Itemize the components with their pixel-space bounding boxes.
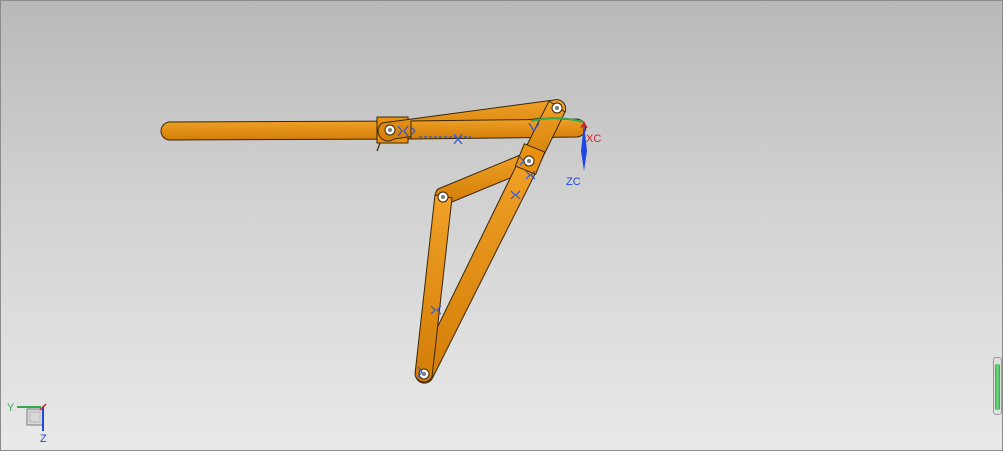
xc-axis-label: XC: [586, 133, 601, 145]
graphics-viewport[interactable]: XC ZC Y Z: [0, 0, 1003, 451]
triad-z-label: Z: [40, 433, 47, 445]
zoom-scrollbar[interactable]: [993, 357, 1002, 415]
triad-y-label: Y: [7, 402, 15, 414]
pin-joint-icon[interactable]: [384, 124, 396, 136]
boom-arm[interactable]: [160, 120, 414, 141]
pin-joint-icon[interactable]: [551, 102, 563, 114]
left-vertical-link[interactable]: [414, 194, 453, 383]
pin-joint-icon[interactable]: [523, 155, 535, 167]
linkage-model[interactable]: XC ZC Y Z: [1, 1, 1003, 452]
zoom-scrollbar-thumb[interactable]: [995, 364, 1000, 410]
pin-joint-icon[interactable]: [437, 191, 449, 203]
sleeve-tab: [376, 142, 381, 152]
view-triad-icon[interactable]: Y Z: [7, 402, 47, 445]
zc-axis-label: ZC: [566, 176, 581, 188]
